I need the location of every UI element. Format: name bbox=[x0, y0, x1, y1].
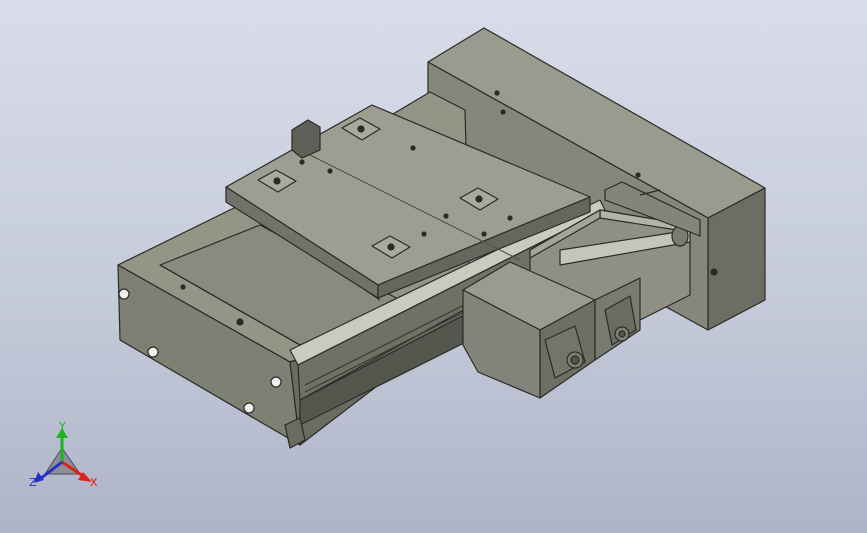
model-viewport[interactable]: Y X Z bbox=[0, 0, 867, 533]
triad-y-label: Y bbox=[58, 420, 66, 433]
triad-z-label: Z bbox=[29, 476, 37, 489]
sensor-block bbox=[291, 119, 321, 159]
cad-model-view[interactable]: Y X Z bbox=[0, 0, 867, 533]
coordinate-triad: Y X Z bbox=[29, 420, 98, 489]
triad-x-label: X bbox=[90, 476, 98, 489]
